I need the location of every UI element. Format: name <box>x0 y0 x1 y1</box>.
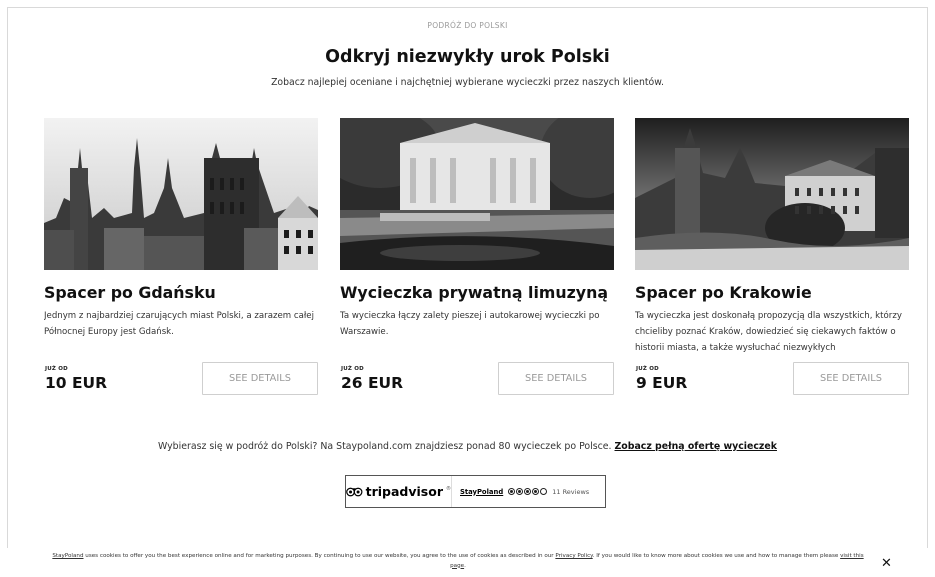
cookie-text-part: . If you would like to know more about c… <box>592 553 841 559</box>
cookie-banner: StayPoland uses cookies to offer you the… <box>0 548 935 577</box>
rating-bubble-empty-icon <box>540 488 548 495</box>
tour-title[interactable]: Spacer po Gdańsku <box>44 283 318 302</box>
tour-description: Jednym z najbardziej czarujących miast P… <box>44 311 314 337</box>
rating-bubble-filled-icon <box>508 488 516 495</box>
tour-title[interactable]: Spacer po Krakowie <box>635 283 909 302</box>
staypoland-link[interactable]: StayPoland <box>460 488 503 496</box>
see-details-button[interactable]: SEE DETAILS <box>498 362 614 395</box>
close-icon[interactable]: ✕ <box>881 557 892 570</box>
tripadvisor-logo[interactable]: tripadvisor ® <box>346 476 452 507</box>
see-details-button[interactable]: SEE DETAILS <box>202 362 318 395</box>
tour-description: Ta wycieczka łączy zalety pieszej i auto… <box>340 311 600 337</box>
tour-description: Ta wycieczka jest doskonałą propozycją d… <box>635 311 902 353</box>
reviews-count[interactable]: 11 Reviews <box>552 488 589 496</box>
tripadvisor-wordmark: tripadvisor <box>365 484 443 499</box>
promo-text: Wybierasz się w podróż do Polski? Na Sta… <box>158 441 615 452</box>
tour-price: 9 EUR <box>636 374 688 392</box>
cookie-text-part: . <box>464 562 466 569</box>
promo-line: Wybierasz się w podróż do Polski? Na Sta… <box>0 441 935 452</box>
cookie-text-part: uses cookies to offer you the best exper… <box>83 553 556 559</box>
rating-bubble-filled-icon <box>524 488 532 495</box>
tour-card-gdansk: Spacer po Gdańsku Jednym z najbardziej c… <box>44 118 318 395</box>
tripadvisor-badge[interactable]: tripadvisor ® StayPoland 11 Reviews <box>345 475 606 508</box>
price-from-label: JUŻ OD <box>636 366 659 372</box>
cookie-brand-link[interactable]: StayPoland <box>52 553 83 559</box>
tripadvisor-owl-icon <box>346 487 363 496</box>
trademark-mark: ® <box>446 486 451 492</box>
tour-card-krakow: Spacer po Krakowie Ta wycieczka jest dos… <box>635 118 909 395</box>
tour-photo-limousine[interactable] <box>340 118 614 270</box>
tour-title[interactable]: Wycieczka prywatną limuzyną <box>340 283 614 302</box>
tripadvisor-rating: StayPoland 11 Reviews <box>452 488 589 496</box>
rating-bubbles <box>508 488 548 495</box>
section-eyebrow: PODRÓŻ DO POLSKI <box>427 21 508 30</box>
rating-bubble-filled-icon <box>516 488 524 495</box>
tour-photo-gdansk[interactable] <box>44 118 318 270</box>
rating-bubble-filled-icon <box>532 488 540 495</box>
privacy-policy-link[interactable]: Privacy Policy <box>555 553 592 559</box>
tour-card-limousine: Wycieczka prywatną limuzyną Ta wycieczka… <box>340 118 614 395</box>
price-from-label: JUŻ OD <box>45 366 68 372</box>
tour-price: 26 EUR <box>341 374 404 392</box>
tour-photo-krakow[interactable] <box>635 118 909 270</box>
price-from-label: JUŻ OD <box>341 366 364 372</box>
tour-price: 10 EUR <box>45 374 108 392</box>
all-tours-link[interactable]: Zobacz pełną ofertę wycieczek <box>615 441 777 452</box>
cookie-text: StayPoland uses cookies to offer you the… <box>48 552 868 571</box>
see-details-button[interactable]: SEE DETAILS <box>793 362 909 395</box>
section-title: Odkryj niezwykły urok Polski <box>325 47 610 67</box>
section-subtitle: Zobacz najlepiej oceniane i najchętniej … <box>271 77 664 88</box>
